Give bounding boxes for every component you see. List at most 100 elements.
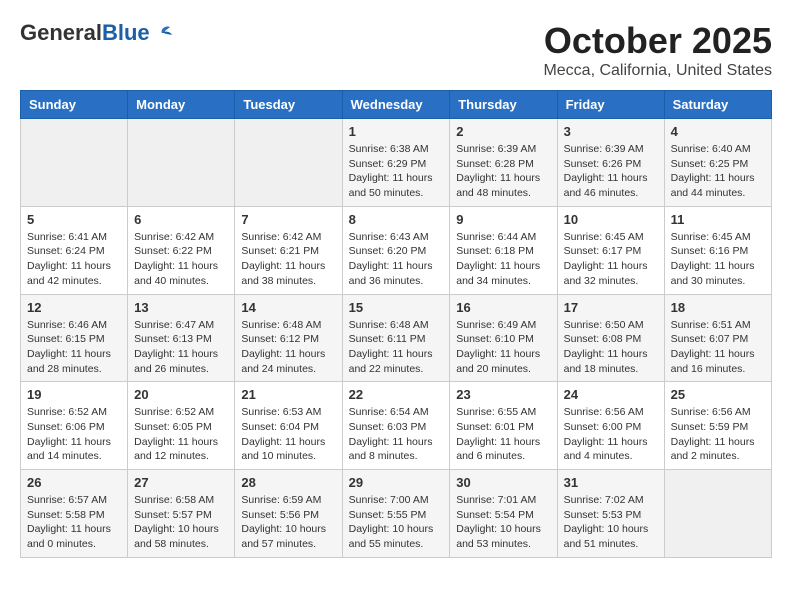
- day-number: 22: [349, 387, 444, 402]
- day-number: 3: [564, 124, 658, 139]
- day-info: Sunrise: 6:59 AMSunset: 5:56 PMDaylight:…: [241, 493, 335, 552]
- calendar-cell: 19 Sunrise: 6:52 AMSunset: 6:06 PMDayligh…: [21, 382, 128, 470]
- day-info: Sunrise: 7:01 AMSunset: 5:54 PMDaylight:…: [456, 493, 550, 552]
- calendar-cell: 30Sunrise: 7:01 AMSunset: 5:54 PMDayligh…: [450, 470, 557, 558]
- day-number: 9: [456, 212, 550, 227]
- day-info: Sunrise: 6:40 AMSunset: 6:25 PMDaylight:…: [671, 142, 765, 201]
- calendar-cell: 18 Sunrise: 6:51 AMSunset: 6:07 PMDayligh…: [664, 294, 771, 382]
- day-number: 13: [134, 300, 228, 315]
- day-info: Sunrise: 6:45 AMSunset: 6:16 PMDaylight:…: [671, 230, 765, 289]
- calendar-cell: 29Sunrise: 7:00 AMSunset: 5:55 PMDayligh…: [342, 470, 450, 558]
- day-number: 27: [134, 475, 228, 490]
- weekday-header-row: SundayMondayTuesdayWednesdayThursdayFrid…: [21, 91, 772, 119]
- day-info: Sunrise: 6:52 AMSunset: 6:06 PMDaylight:…: [27, 405, 121, 464]
- calendar-cell: 5 Sunrise: 6:41 AMSunset: 6:24 PMDaylight…: [21, 206, 128, 294]
- day-info: Sunrise: 6:53 AMSunset: 6:04 PMDaylight:…: [241, 405, 335, 464]
- day-info: Sunrise: 6:38 AMSunset: 6:29 PMDaylight:…: [349, 142, 444, 201]
- day-number: 25: [671, 387, 765, 402]
- day-info: Sunrise: 6:41 AMSunset: 6:24 PMDaylight:…: [27, 230, 121, 289]
- page-header: GeneralBlue October 2025 Mecca, Californ…: [20, 20, 772, 80]
- day-number: 6: [134, 212, 228, 227]
- day-number: 15: [349, 300, 444, 315]
- logo-blue-text: Blue: [102, 20, 150, 45]
- calendar-cell: 20Sunrise: 6:52 AMSunset: 6:05 PMDayligh…: [128, 382, 235, 470]
- calendar-cell: 31Sunrise: 7:02 AMSunset: 5:53 PMDayligh…: [557, 470, 664, 558]
- day-number: 14: [241, 300, 335, 315]
- day-number: 2: [456, 124, 550, 139]
- day-number: 17: [564, 300, 658, 315]
- calendar-cell: 4 Sunrise: 6:40 AMSunset: 6:25 PMDaylight…: [664, 119, 771, 207]
- day-number: 19: [27, 387, 121, 402]
- day-info: Sunrise: 6:42 AMSunset: 6:21 PMDaylight:…: [241, 230, 335, 289]
- day-info: Sunrise: 6:39 AMSunset: 6:28 PMDaylight:…: [456, 142, 550, 201]
- day-number: 16: [456, 300, 550, 315]
- day-info: Sunrise: 6:44 AMSunset: 6:18 PMDaylight:…: [456, 230, 550, 289]
- calendar-table: SundayMondayTuesdayWednesdayThursdayFrid…: [20, 90, 772, 558]
- calendar-cell: 1 Sunrise: 6:38 AMSunset: 6:29 PMDaylight…: [342, 119, 450, 207]
- calendar-week-5: 26 Sunrise: 6:57 AMSunset: 5:58 PMDayligh…: [21, 470, 772, 558]
- day-number: 24: [564, 387, 658, 402]
- weekday-header-sunday: Sunday: [21, 91, 128, 119]
- calendar-cell: [128, 119, 235, 207]
- weekday-header-monday: Monday: [128, 91, 235, 119]
- day-info: Sunrise: 6:57 AMSunset: 5:58 PMDaylight:…: [27, 493, 121, 552]
- calendar-cell: 22 Sunrise: 6:54 AMSunset: 6:03 PMDayligh…: [342, 382, 450, 470]
- location-text: Mecca, California, United States: [543, 62, 772, 80]
- weekday-header-wednesday: Wednesday: [342, 91, 450, 119]
- day-number: 11: [671, 212, 765, 227]
- day-info: Sunrise: 6:56 AMSunset: 6:00 PMDaylight:…: [564, 405, 658, 464]
- day-number: 4: [671, 124, 765, 139]
- day-number: 26: [27, 475, 121, 490]
- day-number: 5: [27, 212, 121, 227]
- day-info: Sunrise: 7:00 AMSunset: 5:55 PMDaylight:…: [349, 493, 444, 552]
- day-number: 21: [241, 387, 335, 402]
- day-info: Sunrise: 6:55 AMSunset: 6:01 PMDaylight:…: [456, 405, 550, 464]
- weekday-header-tuesday: Tuesday: [235, 91, 342, 119]
- day-number: 23: [456, 387, 550, 402]
- day-info: Sunrise: 6:51 AMSunset: 6:07 PMDaylight:…: [671, 318, 765, 377]
- day-info: Sunrise: 6:48 AMSunset: 6:11 PMDaylight:…: [349, 318, 444, 377]
- day-info: Sunrise: 6:45 AMSunset: 6:17 PMDaylight:…: [564, 230, 658, 289]
- day-number: 10: [564, 212, 658, 227]
- day-number: 31: [564, 475, 658, 490]
- day-info: Sunrise: 6:49 AMSunset: 6:10 PMDaylight:…: [456, 318, 550, 377]
- calendar-cell: 8 Sunrise: 6:43 AMSunset: 6:20 PMDaylight…: [342, 206, 450, 294]
- day-info: Sunrise: 6:42 AMSunset: 6:22 PMDaylight:…: [134, 230, 228, 289]
- calendar-cell: 17 Sunrise: 6:50 AMSunset: 6:08 PMDayligh…: [557, 294, 664, 382]
- calendar-cell: 14Sunrise: 6:48 AMSunset: 6:12 PMDayligh…: [235, 294, 342, 382]
- day-number: 18: [671, 300, 765, 315]
- day-info: Sunrise: 6:39 AMSunset: 6:26 PMDaylight:…: [564, 142, 658, 201]
- calendar-cell: 25 Sunrise: 6:56 AMSunset: 5:59 PMDayligh…: [664, 382, 771, 470]
- calendar-week-1: 1 Sunrise: 6:38 AMSunset: 6:29 PMDaylight…: [21, 119, 772, 207]
- month-title: October 2025: [543, 20, 772, 62]
- weekday-header-saturday: Saturday: [664, 91, 771, 119]
- day-number: 7: [241, 212, 335, 227]
- calendar-cell: 6 Sunrise: 6:42 AMSunset: 6:22 PMDaylight…: [128, 206, 235, 294]
- calendar-week-2: 5 Sunrise: 6:41 AMSunset: 6:24 PMDaylight…: [21, 206, 772, 294]
- calendar-cell: 13Sunrise: 6:47 AMSunset: 6:13 PMDayligh…: [128, 294, 235, 382]
- calendar-week-4: 19 Sunrise: 6:52 AMSunset: 6:06 PMDayligh…: [21, 382, 772, 470]
- day-number: 28: [241, 475, 335, 490]
- day-number: 1: [349, 124, 444, 139]
- calendar-cell: 21 Sunrise: 6:53 AMSunset: 6:04 PMDayligh…: [235, 382, 342, 470]
- logo-bird-icon: [152, 25, 172, 41]
- calendar-cell: 9 Sunrise: 6:44 AMSunset: 6:18 PMDaylight…: [450, 206, 557, 294]
- calendar-cell: 24 Sunrise: 6:56 AMSunset: 6:00 PMDayligh…: [557, 382, 664, 470]
- day-info: Sunrise: 6:50 AMSunset: 6:08 PMDaylight:…: [564, 318, 658, 377]
- logo-general-text: General: [20, 20, 102, 45]
- weekday-header-thursday: Thursday: [450, 91, 557, 119]
- day-number: 8: [349, 212, 444, 227]
- day-info: Sunrise: 6:56 AMSunset: 5:59 PMDaylight:…: [671, 405, 765, 464]
- day-info: Sunrise: 6:54 AMSunset: 6:03 PMDaylight:…: [349, 405, 444, 464]
- weekday-header-friday: Friday: [557, 91, 664, 119]
- calendar-week-3: 12Sunrise: 6:46 AMSunset: 6:15 PMDayligh…: [21, 294, 772, 382]
- calendar-cell: [235, 119, 342, 207]
- day-info: Sunrise: 6:43 AMSunset: 6:20 PMDaylight:…: [349, 230, 444, 289]
- calendar-cell: 2 Sunrise: 6:39 AMSunset: 6:28 PMDaylight…: [450, 119, 557, 207]
- calendar-cell: 7 Sunrise: 6:42 AMSunset: 6:21 PMDaylight…: [235, 206, 342, 294]
- calendar-cell: [664, 470, 771, 558]
- calendar-cell: 12Sunrise: 6:46 AMSunset: 6:15 PMDayligh…: [21, 294, 128, 382]
- day-number: 20: [134, 387, 228, 402]
- title-section: October 2025 Mecca, California, United S…: [543, 20, 772, 80]
- calendar-cell: 3 Sunrise: 6:39 AMSunset: 6:26 PMDaylight…: [557, 119, 664, 207]
